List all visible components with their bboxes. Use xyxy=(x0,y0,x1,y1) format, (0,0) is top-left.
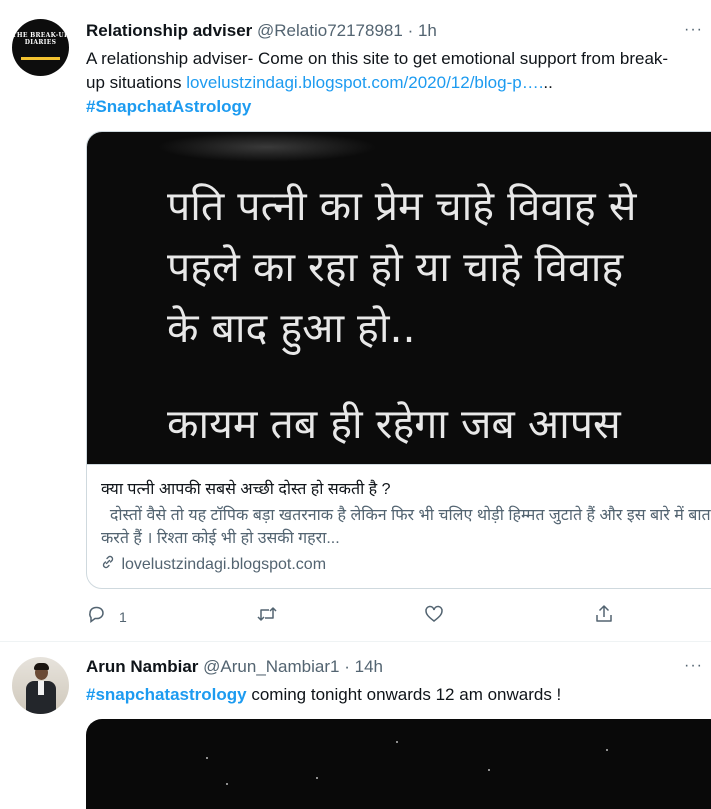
more-icon[interactable]: ··· xyxy=(684,658,703,674)
timestamp[interactable]: 14h xyxy=(355,657,383,676)
image-haze xyxy=(157,132,377,162)
media-speck xyxy=(488,769,490,771)
avatar[interactable] xyxy=(12,657,69,714)
avatar-logo-text: THE BREAK-UP DIARIES xyxy=(12,32,69,46)
more-icon[interactable]: ··· xyxy=(684,22,703,38)
tweet-divider xyxy=(0,641,711,642)
tweet-media[interactable] xyxy=(86,719,711,809)
share-icon xyxy=(594,605,614,628)
media-speck xyxy=(396,741,398,743)
avatar-logo-bar xyxy=(21,57,60,60)
hashtag-link[interactable]: #snapchatastrology xyxy=(86,685,247,704)
display-name[interactable]: Arun Nambiar xyxy=(86,657,198,676)
handle[interactable]: @Relatio72178981 xyxy=(257,21,403,40)
card-image[interactable]: पति पत्नी का प्रेम चाहे विवाह से पहले का… xyxy=(87,132,711,464)
like-button[interactable] xyxy=(424,604,444,629)
media-speck xyxy=(606,749,608,751)
display-name[interactable]: Relationship adviser xyxy=(86,21,252,40)
tweet-link-suffix: .. xyxy=(543,73,553,92)
like-icon xyxy=(424,605,444,628)
card-domain: lovelustzindagi.blogspot.com xyxy=(101,554,326,576)
avatar-figure-shirt xyxy=(38,681,44,695)
hashtag-link[interactable]: #SnapchatAstrology xyxy=(86,97,251,116)
link-card[interactable]: पति पत्नी का प्रेम चाहे विवाह से पहले का… xyxy=(86,131,711,589)
tweet-text: #snapchatastrology coming tonight onward… xyxy=(86,683,686,707)
card-body[interactable]: क्या पत्नी आपकी सबसे अच्छी दोस्त हो सकती… xyxy=(87,464,711,588)
media-speck xyxy=(316,777,318,779)
tweet-text-body: coming tonight onwards 12 am onwards ! xyxy=(246,685,562,704)
image-text-line-3: के बाद हुआ हो.. xyxy=(167,304,416,352)
tweet-link[interactable]: lovelustzindagi.blogspot.com/2020/12/blo… xyxy=(186,73,543,92)
share-button[interactable] xyxy=(594,604,614,629)
image-text-line-4: कायम तब ही रहेगा जब आपस xyxy=(167,400,621,448)
avatar-figure-hair xyxy=(34,663,49,670)
card-domain-text: lovelustzindagi.blogspot.com xyxy=(121,556,327,573)
reply-icon xyxy=(86,606,111,628)
image-text-line-2: पहले का रहा हो या चाहे विवाह xyxy=(167,243,624,291)
reply-count: 1 xyxy=(119,609,127,625)
separator: · xyxy=(344,657,350,676)
handle[interactable]: @Arun_Nambiar1 xyxy=(203,657,339,676)
reply-button[interactable]: 1 xyxy=(86,604,127,630)
separator: · xyxy=(407,21,414,40)
tweet-actions: 1 xyxy=(86,604,646,628)
avatar[interactable]: THE BREAK-UP DIARIES xyxy=(12,19,69,76)
tweet-text: A relationship adviser- Come on this sit… xyxy=(86,47,686,119)
media-speck xyxy=(206,757,208,759)
timestamp[interactable]: 1h xyxy=(418,21,437,40)
retweet-button[interactable] xyxy=(256,604,278,629)
card-title: क्या पत्नी आपकी सबसे अच्छी दोस्त हो सकती… xyxy=(101,481,391,498)
image-text-line-1: पति पत्नी का प्रेम चाहे विवाह से xyxy=(167,182,637,230)
tweet-header: Arun Nambiar @Arun_Nambiar1 · 14h xyxy=(86,656,383,678)
retweet-icon xyxy=(256,607,278,628)
media-speck xyxy=(226,783,228,785)
tweet-header: Relationship adviser @Relatio72178981 · … xyxy=(86,20,437,42)
link-icon xyxy=(101,554,117,576)
card-description: दोस्तों वैसे तो यह टॉपिक बड़ा खतरनाक है … xyxy=(101,507,711,547)
